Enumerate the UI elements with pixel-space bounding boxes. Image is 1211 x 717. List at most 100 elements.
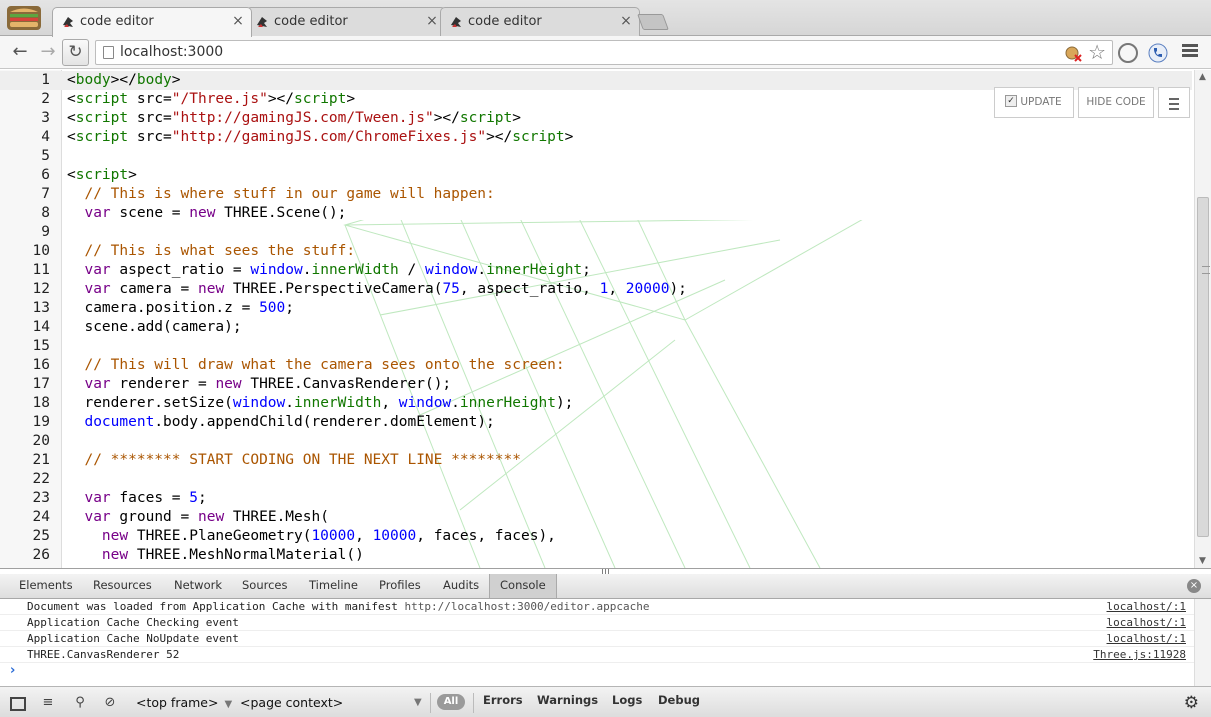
devtools-tab-sources[interactable]: Sources [242,578,288,598]
line-code[interactable]: var scene = new THREE.Scene(); [67,204,346,223]
code-line[interactable]: 25 new THREE.PlaneGeometry(10000, 10000,… [0,527,1192,546]
filter-warnings-button[interactable]: Warnings [537,693,598,707]
chrome-menu-icon[interactable] [1182,44,1198,60]
line-code[interactable]: // This is what sees the stuff: [67,242,355,261]
code-editor[interactable]: 1 <body></body> 2 <script src="/Three.js"><… [0,70,1211,568]
devtools-tab-profiles[interactable]: Profiles [379,578,421,598]
code-line[interactable]: 20 [0,432,1192,451]
code-line[interactable]: 4 <script src="http://gamingJS.com/Chrome… [0,128,1192,147]
code-line[interactable]: 19 document.body.appendChild(renderer.do… [0,413,1192,432]
line-code[interactable]: scene.add(camera); [67,318,241,337]
code-line[interactable]: 13 camera.position.z = 500; [0,299,1192,318]
code-line[interactable]: 5 [0,147,1192,166]
code-line[interactable]: 9 [0,223,1192,242]
code-line[interactable]: 22 [0,470,1192,489]
filter-debug-button[interactable]: Debug [658,693,700,707]
line-code[interactable]: var faces = 5; [67,489,206,508]
code-line[interactable]: 7 // This is where stuff in our game wil… [0,185,1192,204]
devtools-tab-timeline[interactable]: Timeline [309,578,358,598]
line-code[interactable]: <script> [67,166,137,185]
gear-icon[interactable]: ⚙ [1184,693,1199,713]
scroll-up-arrow-icon[interactable]: ▲ [1199,72,1206,82]
devtools-tab-audits[interactable]: Audits [443,578,479,598]
line-code[interactable]: new THREE.MeshNormalMaterial() [67,546,364,565]
line-code[interactable]: // This is where stuff in our game will … [67,185,494,204]
hamburger-menu-icon[interactable] [1158,87,1190,118]
code-line[interactable]: 14 scene.add(camera); [0,318,1192,337]
scroll-down-arrow-icon[interactable]: ▼ [1199,556,1206,566]
hide-code-button[interactable]: HIDE CODE [1078,87,1154,118]
code-line[interactable]: 21 // ******** START CODING ON THE NEXT … [0,451,1192,470]
console-source-link[interactable]: localhost/:1 [1107,599,1186,614]
frame-select[interactable]: <top frame> ▼ [136,695,232,710]
devtools-tab-network[interactable]: Network [174,578,222,598]
line-code[interactable]: document.body.appendChild(renderer.domEl… [67,413,494,432]
code-line[interactable]: 23 var faces = 5; [0,489,1192,508]
console-source-link[interactable]: localhost/:1 [1107,615,1186,630]
update-checkbox[interactable]: ✓ [1005,95,1017,107]
dock-icon[interactable] [8,695,26,711]
chevron-down-icon[interactable]: ▼ [414,697,422,708]
code-line[interactable]: 18 renderer.setSize(window.innerWidth, w… [0,394,1192,413]
line-code[interactable]: camera.position.z = 500; [67,299,294,318]
filter-all-button[interactable]: All [437,694,465,710]
console-source-link[interactable]: Three.js:11928 [1093,647,1186,662]
filter-logs-button[interactable]: Logs [612,693,642,707]
line-code[interactable]: // This will draw what the camera sees o… [67,356,564,375]
devtools-tab-resources[interactable]: Resources [93,578,152,598]
line-code[interactable]: <script src="http://gamingJS.com/ChromeF… [67,128,573,147]
console-drawer-icon[interactable]: ≡ [40,695,56,711]
code-line[interactable]: 17 var renderer = new THREE.CanvasRender… [0,375,1192,394]
search-icon[interactable]: ⚲ [72,695,88,711]
line-code[interactable]: renderer.setSize(window.innerWidth, wind… [67,394,573,413]
editor-scrollbar[interactable]: ▲ ▼ [1194,70,1211,568]
code-line[interactable]: 10 // This is what sees the stuff: [0,242,1192,261]
clock-icon[interactable] [1118,43,1138,63]
line-code[interactable]: var renderer = new THREE.CanvasRenderer(… [67,375,451,394]
code-line[interactable]: 15 [0,337,1192,356]
reload-button[interactable]: ↻ [62,39,89,66]
bookmark-star-icon[interactable]: ☆ [1088,41,1106,63]
cookie-blocked-icon[interactable] [1065,45,1082,62]
code-line[interactable]: 8 var scene = new THREE.Scene(); [0,204,1192,223]
console-scrollbar[interactable] [1194,599,1211,686]
console-source-link[interactable]: localhost/:1 [1107,631,1186,646]
browser-tab-2[interactable]: code editor × [246,7,446,36]
browser-tab-1[interactable]: code editor × [52,7,252,37]
phone-extension-icon[interactable] [1148,43,1168,63]
filter-errors-button[interactable]: Errors [483,693,523,707]
line-code[interactable]: <script src="/Three.js"></script> [67,90,355,109]
line-code[interactable]: var aspect_ratio = window. innerWidth / w… [67,261,590,280]
close-icon[interactable]: × [1187,579,1201,593]
code-line[interactable]: 26 new THREE.MeshNormalMaterial() [0,546,1192,565]
code-line[interactable]: 12 var camera = new THREE.PerspectiveCam… [0,280,1192,299]
line-code[interactable]: var camera = new THREE.PerspectiveCamera… [67,280,686,299]
code-line[interactable]: 16 // This will draw what the camera see… [0,356,1192,375]
code-line[interactable]: 11 var aspect_ratio = window. innerWidth … [0,261,1192,280]
devtools-tab-console[interactable]: Console [489,574,557,598]
tab-close-icon[interactable]: × [619,13,633,29]
line-code[interactable]: <script src="http://gamingJS.com/Tween.j… [67,109,521,128]
code-line[interactable]: 24 var ground = new THREE.Mesh( [0,508,1192,527]
address-bar[interactable]: localhost:3000 ☆ [95,40,1113,65]
tab-close-icon[interactable]: × [425,13,439,29]
console-output[interactable]: Document was loaded from Application Cac… [0,599,1211,686]
code-line[interactable]: 6 <script> [0,166,1192,185]
line-code[interactable]: // ******** START CODING ON THE NEXT LIN… [67,451,521,470]
scroll-thumb[interactable] [1197,197,1210,537]
line-code[interactable]: new THREE.PlaneGeometry(10000, 10000, fa… [67,527,556,546]
sandwich-logo-icon[interactable] [6,4,42,32]
back-button[interactable]: ← [8,40,32,64]
line-code[interactable]: var ground = new THREE.Mesh( [67,508,328,527]
context-select[interactable]: <page context> [240,695,343,710]
forward-button[interactable]: → [36,40,60,64]
console-message-url[interactable]: http://localhost:3000/editor.appcache [405,600,650,613]
browser-tab-3[interactable]: code editor × [440,7,640,36]
update-toggle[interactable]: ✓ UPDATE [994,87,1074,118]
clear-console-icon[interactable]: ⊘ [102,695,118,711]
new-tab-button[interactable] [637,14,669,30]
console-prompt-icon[interactable]: › [10,663,15,678]
line-code[interactable]: <body></body> [67,71,181,90]
tab-close-icon[interactable]: × [231,13,245,29]
devtools-tab-elements[interactable]: Elements [19,578,73,598]
